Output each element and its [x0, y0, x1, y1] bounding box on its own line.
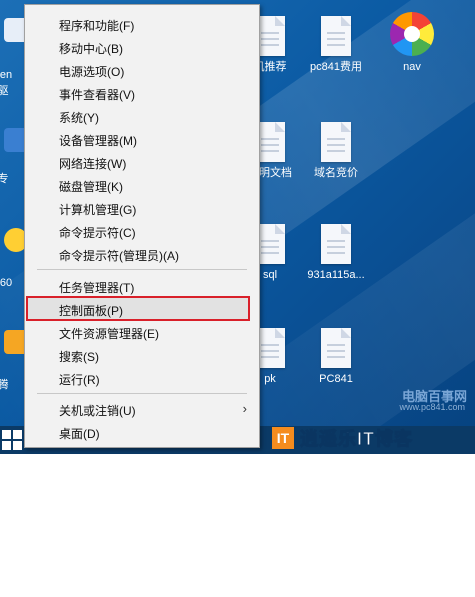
menu-item-label: 任务管理器(T): [59, 281, 135, 295]
blog-watermark: IT 逍遥乐IT博客: [272, 424, 413, 452]
menu-item-label: 网络连接(W): [59, 157, 127, 171]
menu-item-command-prompt[interactable]: 命令提示符(C): [25, 220, 259, 242]
menu-item-network-connections[interactable]: 网络连接(W): [25, 151, 259, 173]
nav-app-icon: [390, 12, 434, 56]
menu-item-control-panel[interactable]: 控制面板(P): [25, 298, 259, 320]
watermark-url: www.pc841.com: [399, 402, 465, 412]
menu-item-label: 桌面(D): [59, 427, 100, 441]
menu-item-file-explorer[interactable]: 文件资源管理器(E): [25, 321, 259, 343]
document-icon: [321, 328, 351, 368]
desktop-icon-label: 931a115a...: [307, 269, 365, 281]
menu-item-label: 命令提示符(管理员)(A): [59, 249, 179, 263]
menu-item-label: 事件查看器(V): [59, 88, 135, 102]
menu-item-desktop[interactable]: 桌面(D): [25, 421, 259, 443]
desktop-icon[interactable]: 931a115a...: [300, 224, 372, 282]
menu-item-label: 关机或注销(U): [59, 404, 136, 418]
menu-separator: [37, 393, 247, 394]
menu-item-label: 计算机管理(G): [59, 203, 137, 217]
windows-start-icon[interactable]: [2, 430, 22, 450]
menu-item-label: 移动中心(B): [59, 42, 123, 56]
blog-name: 逍遥乐IT博客: [300, 429, 413, 450]
menu-item-device-manager[interactable]: 设备管理器(M): [25, 128, 259, 150]
menu-item-label: 文件资源管理器(E): [59, 327, 159, 341]
menu-item-task-manager[interactable]: 任务管理器(T): [25, 275, 259, 297]
desktop-icon[interactable]: 域名竞价: [300, 122, 372, 180]
menu-item-label: 程序和功能(F): [59, 19, 135, 33]
desktop-icon[interactable]: PC841: [300, 328, 372, 386]
menu-item-mobility-center[interactable]: 移动中心(B): [25, 36, 259, 58]
menu-item-search[interactable]: 搜索(S): [25, 344, 259, 366]
menu-item-label: 系统(Y): [59, 111, 99, 125]
menu-separator: [37, 269, 247, 270]
menu-item-label: 搜索(S): [59, 350, 99, 364]
menu-item-label: 控制面板(P): [59, 304, 123, 318]
winx-context-menu: 程序和功能(F) 移动中心(B) 电源选项(O) 事件查看器(V) 系统(Y) …: [24, 4, 260, 448]
menu-item-system[interactable]: 系统(Y): [25, 105, 259, 127]
document-icon: [321, 224, 351, 264]
menu-item-label: 磁盘管理(K): [59, 180, 123, 194]
menu-item-programs-features[interactable]: 程序和功能(F): [25, 13, 259, 35]
menu-item-disk-management[interactable]: 磁盘管理(K): [25, 174, 259, 196]
desktop-icon-label: 域名竞价: [314, 167, 358, 179]
desktop-icon[interactable]: pc841费用: [300, 16, 372, 74]
document-icon: [321, 16, 351, 56]
desktop-icon-label: pc841费用: [310, 61, 362, 73]
desktop-icon[interactable]: nav: [376, 12, 448, 74]
desktop-icon-label: pk: [264, 373, 276, 385]
menu-item-label: 运行(R): [59, 373, 100, 387]
chevron-right-icon: ›: [242, 401, 247, 416]
menu-item-shutdown-signout[interactable]: 关机或注销(U) ›: [25, 398, 259, 420]
desktop-icon-label: sql: [262, 269, 278, 281]
menu-item-command-prompt-admin[interactable]: 命令提示符(管理员)(A): [25, 243, 259, 265]
desktop-icon-label: PC841: [319, 373, 353, 385]
menu-item-event-viewer[interactable]: 事件查看器(V): [25, 82, 259, 104]
menu-item-label: 电源选项(O): [59, 65, 125, 79]
menu-item-power-options[interactable]: 电源选项(O): [25, 59, 259, 81]
menu-item-computer-management[interactable]: 计算机管理(G): [25, 197, 259, 219]
menu-item-label: 命令提示符(C): [59, 226, 136, 240]
menu-item-label: 设备管理器(M): [59, 134, 137, 148]
it-logo-icon: IT: [272, 427, 294, 449]
desktop-icon-label: nav: [403, 61, 421, 73]
menu-item-run[interactable]: 运行(R): [25, 367, 259, 389]
document-icon: [321, 122, 351, 162]
